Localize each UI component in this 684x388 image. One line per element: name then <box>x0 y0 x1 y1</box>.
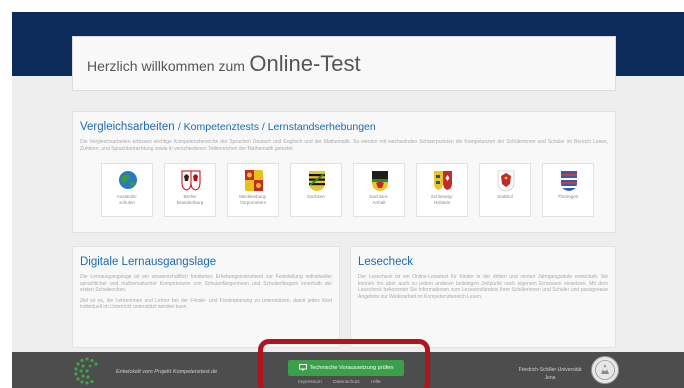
welcome-header: Herzlich willkommen zum Online-Test <box>72 36 616 91</box>
state-tile-berlin-brandenburg[interactable]: Berlin/ Brandenburg <box>164 163 216 217</box>
lesecheck-card: Lesecheck Der Lesecheck ist ein Online-L… <box>350 246 616 348</box>
state-name: Thüringen <box>557 194 579 199</box>
welcome-title: Online-Test <box>249 51 361 76</box>
university-place: Jena <box>544 375 556 381</box>
state-tile-mecklenburg-vorpommern[interactable]: Mecklenburg- Vorpommern <box>227 163 279 217</box>
state-tile-sachsen[interactable]: Sachsen <box>290 163 342 217</box>
lernausgangslage-text-1: Die Lernausgangslage ist ein wissenschaf… <box>80 274 332 293</box>
welcome-prefix: Herzlich willkommen zum <box>87 58 245 74</box>
page-title: Herzlich willkommen zum Online-Test <box>87 51 361 77</box>
sachsen-coat-icon <box>309 171 325 191</box>
highlight-annotation <box>258 339 430 388</box>
state-name: Berlin/ Brandenburg <box>176 194 204 205</box>
state-name: Auslands- schulen <box>116 194 138 205</box>
state-name: Sachsen- Anhalt <box>369 194 389 205</box>
page: Herzlich willkommen zum Online-Test Verg… <box>0 0 684 388</box>
state-name: Sachsen <box>307 194 325 199</box>
thueringen-coat-icon <box>561 171 577 191</box>
sachsen-anhalt-coat-icon <box>372 171 388 191</box>
state-tile-schleswig-holstein[interactable]: Schleswig- Holstein <box>416 163 468 217</box>
state-tile-thueringen[interactable]: Thüringen <box>542 163 594 217</box>
vergleichsarbeiten-description: Die Vergleichsarbeiten erfassen wichtige… <box>80 139 608 156</box>
vergleichsarbeiten-title[interactable]: Vergleichsarbeiten / Kompetenztests / Le… <box>80 121 376 133</box>
lernausgangslage-title[interactable]: Digitale Lernausgangslage <box>80 256 216 268</box>
state-tile-suedtirol[interactable]: Südtirol <box>479 163 531 217</box>
globe-icon <box>119 171 137 189</box>
state-name: Schleswig- Holstein <box>430 194 454 205</box>
mecklenburg-coat-icon <box>245 170 263 191</box>
schleswig-holstein-coat-icon <box>434 171 452 190</box>
vergleichsarbeiten-text: Die Vergleichsarbeiten erfassen wichtige… <box>80 139 608 152</box>
lesecheck-text: Der Lesecheck ist ein Online-Leisetest f… <box>358 274 608 300</box>
university-seal-icon[interactable] <box>590 355 620 385</box>
university-name[interactable]: Friedrich-Schiller-Universität Jena <box>504 366 596 382</box>
suedtirol-coat-icon <box>497 170 515 192</box>
state-name: Südtirol <box>497 194 513 199</box>
lesecheck-title[interactable]: Lesecheck <box>358 256 413 268</box>
university-label: Friedrich-Schiller-Universität <box>518 367 582 373</box>
kompetenztest-logo-icon[interactable] <box>72 356 102 386</box>
state-name: Mecklenburg- Vorpommern <box>239 194 267 205</box>
state-selector: Auslands- schulen Berlin/ Brandenburg Me… <box>101 163 597 217</box>
lesecheck-description: Der Lesecheck ist ein Online-Leisetest f… <box>358 274 608 304</box>
lernausgangslage-card: Digitale Lernausgangslage Die Lernausgan… <box>72 246 340 348</box>
developed-by-text[interactable]: Entwickelt vom Projekt Kompetenztest.de <box>116 369 217 375</box>
vergleichsarbeiten-card: Vergleichsarbeiten / Kompetenztests / Le… <box>72 111 616 233</box>
vergleichsarbeiten-title-main[interactable]: Vergleichsarbeiten <box>80 121 175 133</box>
state-tile-sachsen-anhalt[interactable]: Sachsen- Anhalt <box>353 163 405 217</box>
vergleichsarbeiten-subtitle[interactable]: / Kompetenztests / Lernstandserhebungen <box>178 121 376 133</box>
berlin-brandenburg-coat-icon <box>181 170 201 191</box>
lernausgangslage-description: Die Lernausgangslage ist ein wissenschaf… <box>80 274 332 315</box>
state-tile-auslandsschulen[interactable]: Auslands- schulen <box>101 163 153 217</box>
lernausgangslage-text-2: Ziel ist es, die Lehrerinnen und Lehrer … <box>80 297 332 311</box>
